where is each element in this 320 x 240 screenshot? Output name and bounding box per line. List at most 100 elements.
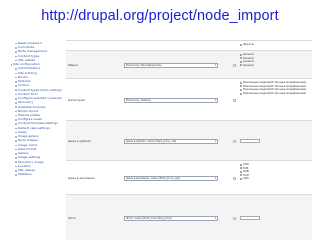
radio-icon[interactable] <box>240 43 242 46</box>
sidebar-item[interactable]: Taxonomy image <box>10 161 62 164</box>
option-label: USD <box>243 176 249 180</box>
sidebar-item[interactable]: Administrators <box>10 67 62 70</box>
radio-icon[interactable] <box>240 81 242 84</box>
field-select-value: Фото: value (field_mounting_price) <box>126 216 172 220</box>
sidebar-item[interactable]: Comments <box>10 46 62 49</box>
option-list: Фрукты <box>240 42 312 47</box>
field-select[interactable]: Цена в рублях: value (field_price_rub) ▾ <box>124 138 218 144</box>
bullet-icon <box>15 123 17 125</box>
sidebar-item-label: Blocks layout <box>18 109 38 113</box>
bullet-icon <box>15 157 17 159</box>
option-item[interactable]: USD <box>240 176 312 181</box>
sidebar-nav: Reset password Comments Node management Con… <box>10 42 62 178</box>
bullet-icon <box>15 110 17 113</box>
sidebar-item[interactable]: URL aliases <box>10 169 62 172</box>
option-list: General General General General <box>240 52 312 68</box>
field-select-value: Taxonomy: Производитель <box>126 63 162 67</box>
option-label: Начальные модели/Отличные модификации <box>243 90 307 95</box>
sidebar-item-label: Administrators <box>18 67 41 71</box>
sidebar-item-label: Taxonomy image <box>18 160 44 164</box>
option-item[interactable]: Фрукты <box>240 42 312 47</box>
sidebar-item[interactable]: Blocks layout <box>10 110 62 113</box>
sidebar-item[interactable]: Actions <box>10 84 62 87</box>
field-select[interactable]: Фото: value (field_mounting_price) ▾ <box>124 215 218 221</box>
sidebar-item[interactable]: Blocks <box>10 76 62 79</box>
option-list: USD EUR RUB UAH USD <box>240 162 312 181</box>
radio-icon[interactable] <box>240 89 242 92</box>
sidebar-item[interactable]: Configure views <box>10 118 62 121</box>
bullet-icon <box>15 161 17 164</box>
field-select[interactable]: Taxonomy: Производитель ▾ <box>124 62 218 68</box>
field-select[interactable]: Taxonomy: Catalog ▾ <box>124 97 218 103</box>
sidebar-item-label: Configure selected vocabulary <box>18 97 62 101</box>
sidebar-item[interactable]: Configure selected vocabulary <box>10 97 62 100</box>
table-row: Марка Taxonomy: Производитель ▾ General Gene… <box>66 50 312 78</box>
bullet-icon <box>15 81 17 83</box>
row-handle-icon[interactable] <box>233 216 236 220</box>
sidebar-item[interactable]: Statistics <box>10 173 62 176</box>
option-item[interactable]: General <box>240 63 312 68</box>
bullet-icon <box>15 102 17 104</box>
sidebar-item[interactable]: Image gallery <box>10 135 62 138</box>
radio-icon[interactable] <box>240 85 242 88</box>
bullet-icon <box>10 64 13 66</box>
sidebar-item[interactable]: Location <box>10 165 62 168</box>
sidebar-item[interactable]: Views <box>10 131 62 134</box>
option-item[interactable]: Начальные модели/Отличные модификации <box>240 90 312 95</box>
sidebar-item-label: Date format <box>18 147 37 151</box>
bullet-icon <box>15 68 17 70</box>
sidebar-item[interactable]: Reset password <box>10 42 62 45</box>
row-label: Марка <box>68 63 78 67</box>
sidebar-item-label: URL aliases <box>18 58 36 62</box>
sidebar-item-label: Node management <box>18 50 47 54</box>
sidebar-item-label: Reset password <box>18 42 42 45</box>
sidebar-item[interactable]: Taxonomy <box>10 101 62 104</box>
row-handle-icon[interactable] <box>233 98 236 102</box>
sidebar-item[interactable]: Modules <box>10 80 62 83</box>
sidebar-item[interactable]: Module enable <box>10 114 62 117</box>
bullet-icon <box>15 42 17 45</box>
sidebar-item-label: Configure views <box>18 118 42 122</box>
row-handle-icon[interactable] <box>233 139 236 143</box>
radio-icon[interactable] <box>240 177 242 180</box>
sidebar-item-label: Image settings <box>18 156 41 160</box>
bullet-icon <box>15 97 17 100</box>
option-select[interactable] <box>240 216 260 220</box>
sidebar-item[interactable]: Content Template Settings <box>10 122 62 125</box>
sidebar-item[interactable]: Image cache <box>10 144 62 147</box>
sidebar-item[interactable]: Image settings <box>10 156 62 159</box>
sidebar-item-label: Content types <box>18 54 40 58</box>
sidebar-item[interactable]: Default view settings <box>10 127 62 130</box>
sidebar-item-label: Content types (CCK) settings <box>18 88 62 92</box>
sidebar-item[interactable]: Node management <box>10 50 62 53</box>
sidebar-item[interactable]: URL aliases <box>10 59 62 62</box>
sidebar-item[interactable]: Content types (CCK) settings <box>10 89 62 92</box>
radio-icon[interactable] <box>240 92 242 95</box>
field-mapping-table: Фрукты Марка Taxonomy: Производитель ▾ Gener… <box>66 40 312 240</box>
sidebar-item[interactable]: Date format <box>10 148 62 151</box>
chevron-down-icon: ▾ <box>214 98 216 102</box>
sidebar-item[interactable]: Site building <box>10 72 62 75</box>
sidebar-item[interactable]: Site configuration <box>10 63 62 66</box>
sidebar-item[interactable]: Node Images <box>10 139 62 142</box>
row-label: Фото <box>68 216 77 220</box>
radio-icon[interactable] <box>240 64 242 67</box>
bullet-icon <box>15 131 17 134</box>
table-row: Фрукты <box>66 40 312 50</box>
chevron-down-icon: ▾ <box>214 63 216 67</box>
sidebar-item[interactable]: Content types <box>10 55 62 58</box>
bullet-icon <box>15 169 17 172</box>
sidebar-item-label: Comments <box>18 46 35 50</box>
row-handle-icon[interactable] <box>233 63 236 67</box>
field-select[interactable]: Цена в долларах: value (field_price_usd)… <box>124 175 218 181</box>
bullet-icon <box>15 119 17 121</box>
sidebar-item[interactable]: Gallery <box>10 152 62 155</box>
bullet-icon <box>15 114 17 117</box>
sidebar-item-label: Content Template Settings <box>18 122 58 126</box>
bullet-icon <box>15 47 17 49</box>
sidebar-item[interactable]: Available modules <box>10 106 62 109</box>
option-select[interactable] <box>240 139 260 143</box>
bullet-icon <box>15 72 17 75</box>
sidebar-item[interactable]: Contact form <box>10 93 62 96</box>
row-handle-icon[interactable] <box>233 176 236 180</box>
